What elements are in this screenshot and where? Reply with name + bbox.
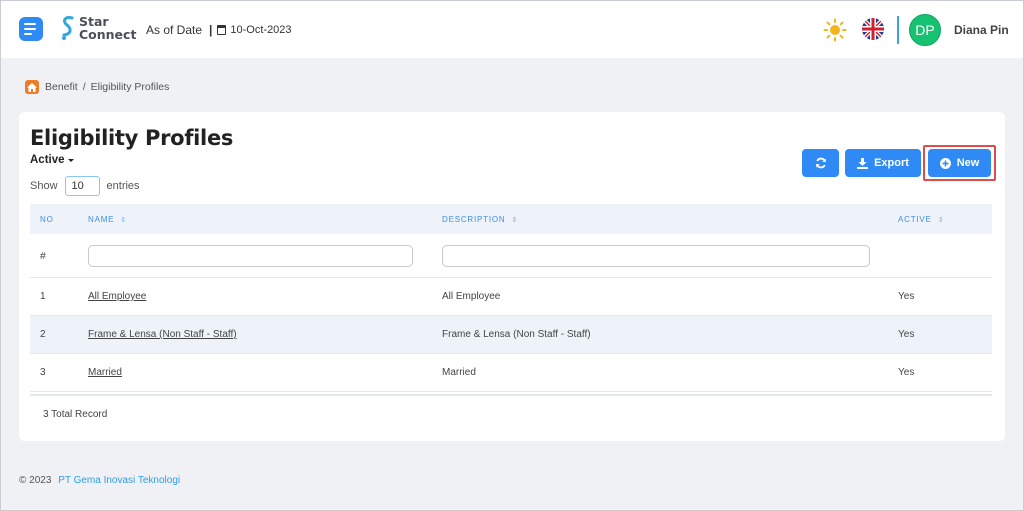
sort-icon: ⇕ xyxy=(120,216,127,224)
app-logo[interactable]: Star Connect xyxy=(61,14,136,42)
as-of-label: As of Date xyxy=(146,23,203,37)
home-icon[interactable] xyxy=(25,80,39,94)
sun-icon[interactable] xyxy=(823,18,847,42)
description-filter-input[interactable] xyxy=(442,244,870,267)
table-row: 3 Married Married Yes xyxy=(30,354,992,392)
menu-toggle-button[interactable] xyxy=(19,17,43,41)
uk-flag-icon[interactable] xyxy=(862,18,884,40)
breadcrumb-item-benefit[interactable]: Benefit xyxy=(45,81,78,93)
profiles-table: NO NAME ⇕ DESCRIPTION ⇕ ACTIVE ⇕ # 1 All Em… xyxy=(30,204,992,396)
new-button-highlight: New xyxy=(923,145,996,181)
table-row: 1 All Employee All Employee Yes xyxy=(30,278,992,316)
footer: © 2023 PT Gema Inovasi Teknologi xyxy=(19,475,180,486)
table-bottom-border xyxy=(30,394,992,396)
caret-down-icon xyxy=(67,158,74,162)
copyright: © 2023 xyxy=(19,475,52,486)
profile-name-link[interactable]: Married xyxy=(88,367,122,378)
refresh-icon xyxy=(815,157,826,169)
sort-icon: ⇕ xyxy=(511,216,519,224)
filter-row-label: # xyxy=(40,249,46,262)
avatar[interactable]: DP xyxy=(909,14,941,46)
main-card: Eligibility Profiles Active Show entries… xyxy=(19,112,1005,441)
calendar-icon xyxy=(217,25,227,35)
table-row: 2 Frame & Lensa (Non Staff - Staff) Fram… xyxy=(30,316,992,354)
column-header-description[interactable]: DESCRIPTION ⇕ xyxy=(442,215,898,224)
company-link[interactable]: PT Gema Inovasi Teknologi xyxy=(58,475,180,486)
filter-row: # xyxy=(30,234,992,278)
refresh-button[interactable] xyxy=(802,149,839,177)
name-filter-input[interactable] xyxy=(88,244,413,267)
top-bar: Star Connect As of Date | 10-Oct-2023 DP… xyxy=(1,1,1023,58)
header-divider xyxy=(897,16,899,44)
download-icon xyxy=(857,157,869,169)
status-filter-dropdown[interactable]: Active xyxy=(30,154,74,166)
page-title: Eligibility Profiles xyxy=(30,126,234,150)
as-of-date-value: 10-Oct-2023 xyxy=(230,24,292,36)
star-connect-logo-icon xyxy=(62,16,74,40)
entries-label: entries xyxy=(106,180,140,192)
breadcrumb: Benefit / Eligibility Profiles xyxy=(25,80,169,94)
show-entries: Show entries xyxy=(30,176,140,196)
as-of-date[interactable]: As of Date | 10-Oct-2023 xyxy=(146,23,292,37)
profile-name-link[interactable]: All Employee xyxy=(88,291,146,302)
column-header-name[interactable]: NAME ⇕ xyxy=(88,215,442,224)
show-label: Show xyxy=(30,180,58,192)
logo-text: Star Connect xyxy=(79,14,137,42)
table-header: NO NAME ⇕ DESCRIPTION ⇕ ACTIVE ⇕ xyxy=(30,204,992,234)
breadcrumb-item-current: Eligibility Profiles xyxy=(90,81,170,93)
entries-input[interactable] xyxy=(64,176,100,196)
plus-circle-icon xyxy=(939,157,951,169)
user-name[interactable]: Diana Pin xyxy=(954,23,1009,37)
export-button[interactable]: Export xyxy=(845,149,921,177)
sort-icon: ⇕ xyxy=(937,216,945,224)
new-button[interactable]: New xyxy=(928,149,991,177)
total-records: 3 Total Record xyxy=(43,409,108,420)
profile-name-link[interactable]: Frame & Lensa (Non Staff - Staff) xyxy=(88,329,237,340)
column-header-no[interactable]: NO xyxy=(30,215,88,224)
column-header-active[interactable]: ACTIVE ⇕ xyxy=(898,215,992,224)
